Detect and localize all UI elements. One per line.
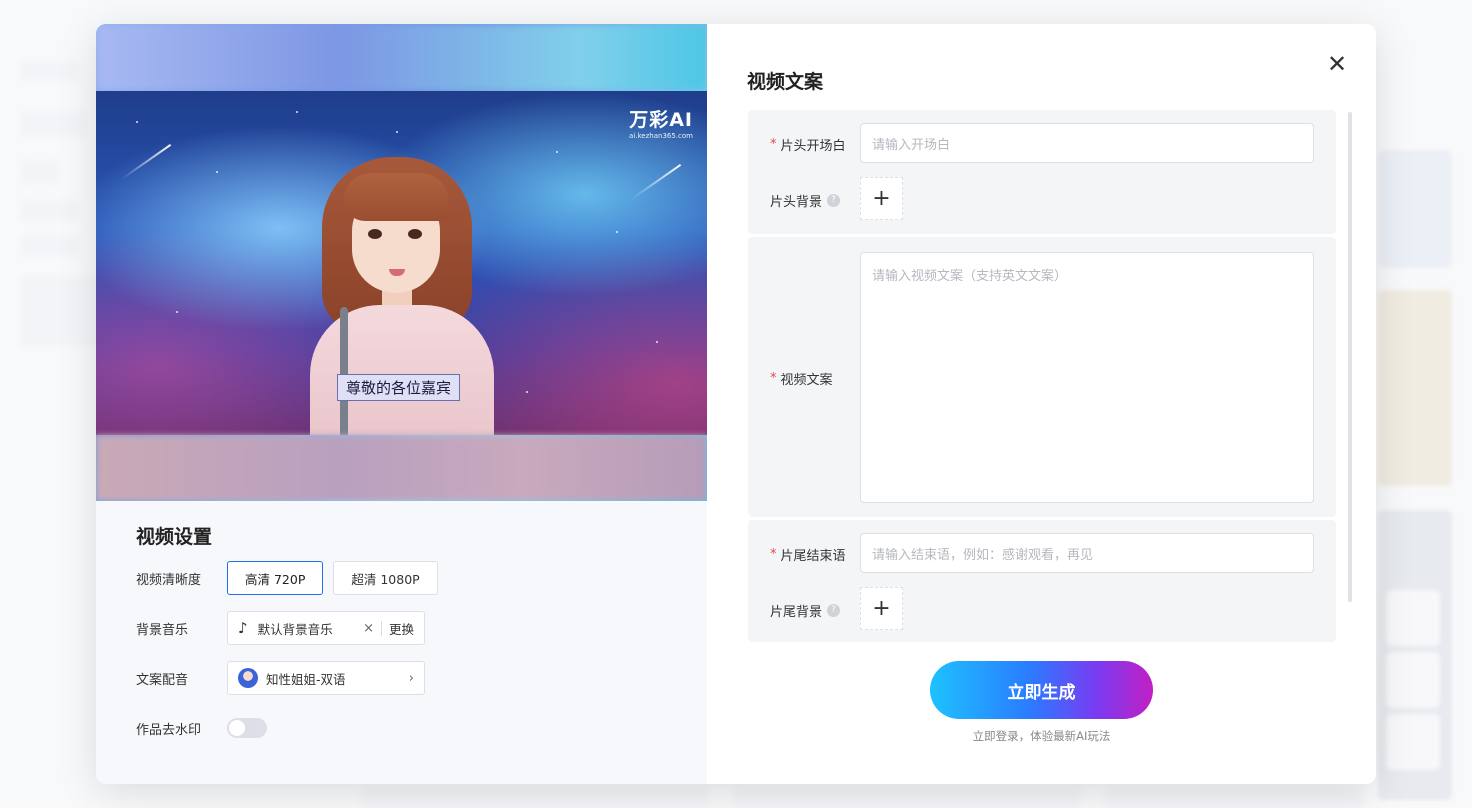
brand-logo: 万彩AI ai.kezhan365.com bbox=[629, 105, 693, 140]
music-selector[interactable]: ♪ 默认背景音乐 × 更换 bbox=[227, 611, 425, 645]
resolution-row: 视频清晰度 高清 720P 超清 1080P bbox=[136, 561, 676, 595]
resolution-720p-option[interactable]: 高清 720P bbox=[227, 561, 324, 595]
preview-blur-top bbox=[96, 24, 707, 91]
copy-form-panel: 视频文案 ✕ * 片头开场白 请输入开场白 片头背景 ? + * 视频文案 请输… bbox=[707, 24, 1376, 784]
opening-bg-label-text: 片头背景 bbox=[770, 195, 823, 210]
chevron-right-icon: › bbox=[408, 670, 414, 686]
music-label: 背景音乐 bbox=[136, 622, 189, 638]
voice-avatar-icon bbox=[238, 668, 258, 688]
voice-name: 知性姐姐-双语 bbox=[266, 671, 346, 687]
music-name: 默认背景音乐 bbox=[257, 621, 333, 637]
script-section: * 视频文案 请输入视频文案（支持英文文案） bbox=[748, 237, 1336, 517]
help-icon[interactable]: ? bbox=[827, 194, 841, 207]
voice-label: 文案配音 bbox=[136, 672, 189, 688]
preview-subtitle: 尊敬的各位嘉宾 bbox=[337, 374, 461, 401]
voice-selector[interactable]: 知性姐姐-双语 › bbox=[227, 661, 425, 695]
preview-blur-bottom bbox=[96, 435, 707, 501]
clear-music-icon[interactable]: × bbox=[356, 620, 382, 636]
add-ending-bg-button[interactable]: + bbox=[860, 587, 903, 630]
ending-bg-label-text: 片尾背景 bbox=[770, 605, 823, 620]
opening-label: * 片头开场白 bbox=[770, 135, 846, 154]
settings-title: 视频设置 bbox=[136, 526, 213, 548]
ending-label-text: 片尾结束语 bbox=[780, 549, 846, 564]
ending-input[interactable]: 请输入结束语，例如：感谢观看，再见 bbox=[860, 533, 1314, 573]
add-opening-bg-button[interactable]: + bbox=[860, 177, 903, 220]
watermark-toggle[interactable] bbox=[227, 718, 267, 738]
ending-bg-label: 片尾背景 ? bbox=[770, 601, 841, 620]
video-preview: 万彩AI ai.kezhan365.com 尊敬的各位嘉宾 bbox=[96, 24, 707, 501]
form-title: 视频文案 bbox=[747, 71, 824, 93]
preview-scene: 万彩AI ai.kezhan365.com 尊敬的各位嘉宾 bbox=[96, 91, 707, 435]
required-mark: * bbox=[770, 371, 777, 386]
script-label: * 视频文案 bbox=[770, 369, 833, 388]
resolution-label: 视频清晰度 bbox=[136, 572, 202, 588]
opening-label-text: 片头开场白 bbox=[780, 139, 846, 154]
watermark-label: 作品去水印 bbox=[136, 722, 202, 738]
script-label-text: 视频文案 bbox=[780, 373, 833, 388]
close-icon[interactable]: ✕ bbox=[1325, 52, 1349, 76]
ending-section: * 片尾结束语 请输入结束语，例如：感谢观看，再见 片尾背景 ? + bbox=[748, 520, 1336, 642]
music-row: 背景音乐 ♪ 默认背景音乐 × 更换 bbox=[136, 611, 676, 645]
login-hint[interactable]: 立即登录，体验最新AI玩法 bbox=[707, 728, 1376, 744]
opening-input[interactable]: 请输入开场白 bbox=[860, 123, 1314, 163]
change-music-button[interactable]: 更换 bbox=[389, 619, 414, 638]
video-creation-dialog: 万彩AI ai.kezhan365.com 尊敬的各位嘉宾 视频设置 视频清晰度… bbox=[96, 24, 1376, 784]
watermark-row: 作品去水印 bbox=[136, 711, 676, 745]
logo-url: ai.kezhan365.com bbox=[629, 132, 693, 140]
ending-label: * 片尾结束语 bbox=[770, 545, 846, 564]
help-icon[interactable]: ? bbox=[827, 604, 841, 617]
opening-bg-label: 片头背景 ? bbox=[770, 191, 841, 210]
opening-section: * 片头开场白 请输入开场白 片头背景 ? + bbox=[748, 110, 1336, 234]
form-scrollbar[interactable] bbox=[1348, 112, 1352, 602]
music-note-icon: ♪ bbox=[238, 619, 248, 637]
preview-panel: 万彩AI ai.kezhan365.com 尊敬的各位嘉宾 视频设置 视频清晰度… bbox=[96, 24, 707, 784]
resolution-1080p-option[interactable]: 超清 1080P bbox=[333, 561, 438, 595]
video-settings: 视频设置 视频清晰度 高清 720P 超清 1080P 背景音乐 ♪ 默认背景音… bbox=[136, 522, 676, 761]
required-mark: * bbox=[770, 547, 777, 562]
script-textarea[interactable]: 请输入视频文案（支持英文文案） bbox=[860, 252, 1314, 503]
logo-text: 万彩AI bbox=[629, 109, 693, 131]
required-mark: * bbox=[770, 137, 777, 152]
voice-row: 文案配音 知性姐姐-双语 › bbox=[136, 661, 676, 695]
generate-button[interactable]: 立即生成 bbox=[930, 661, 1153, 719]
